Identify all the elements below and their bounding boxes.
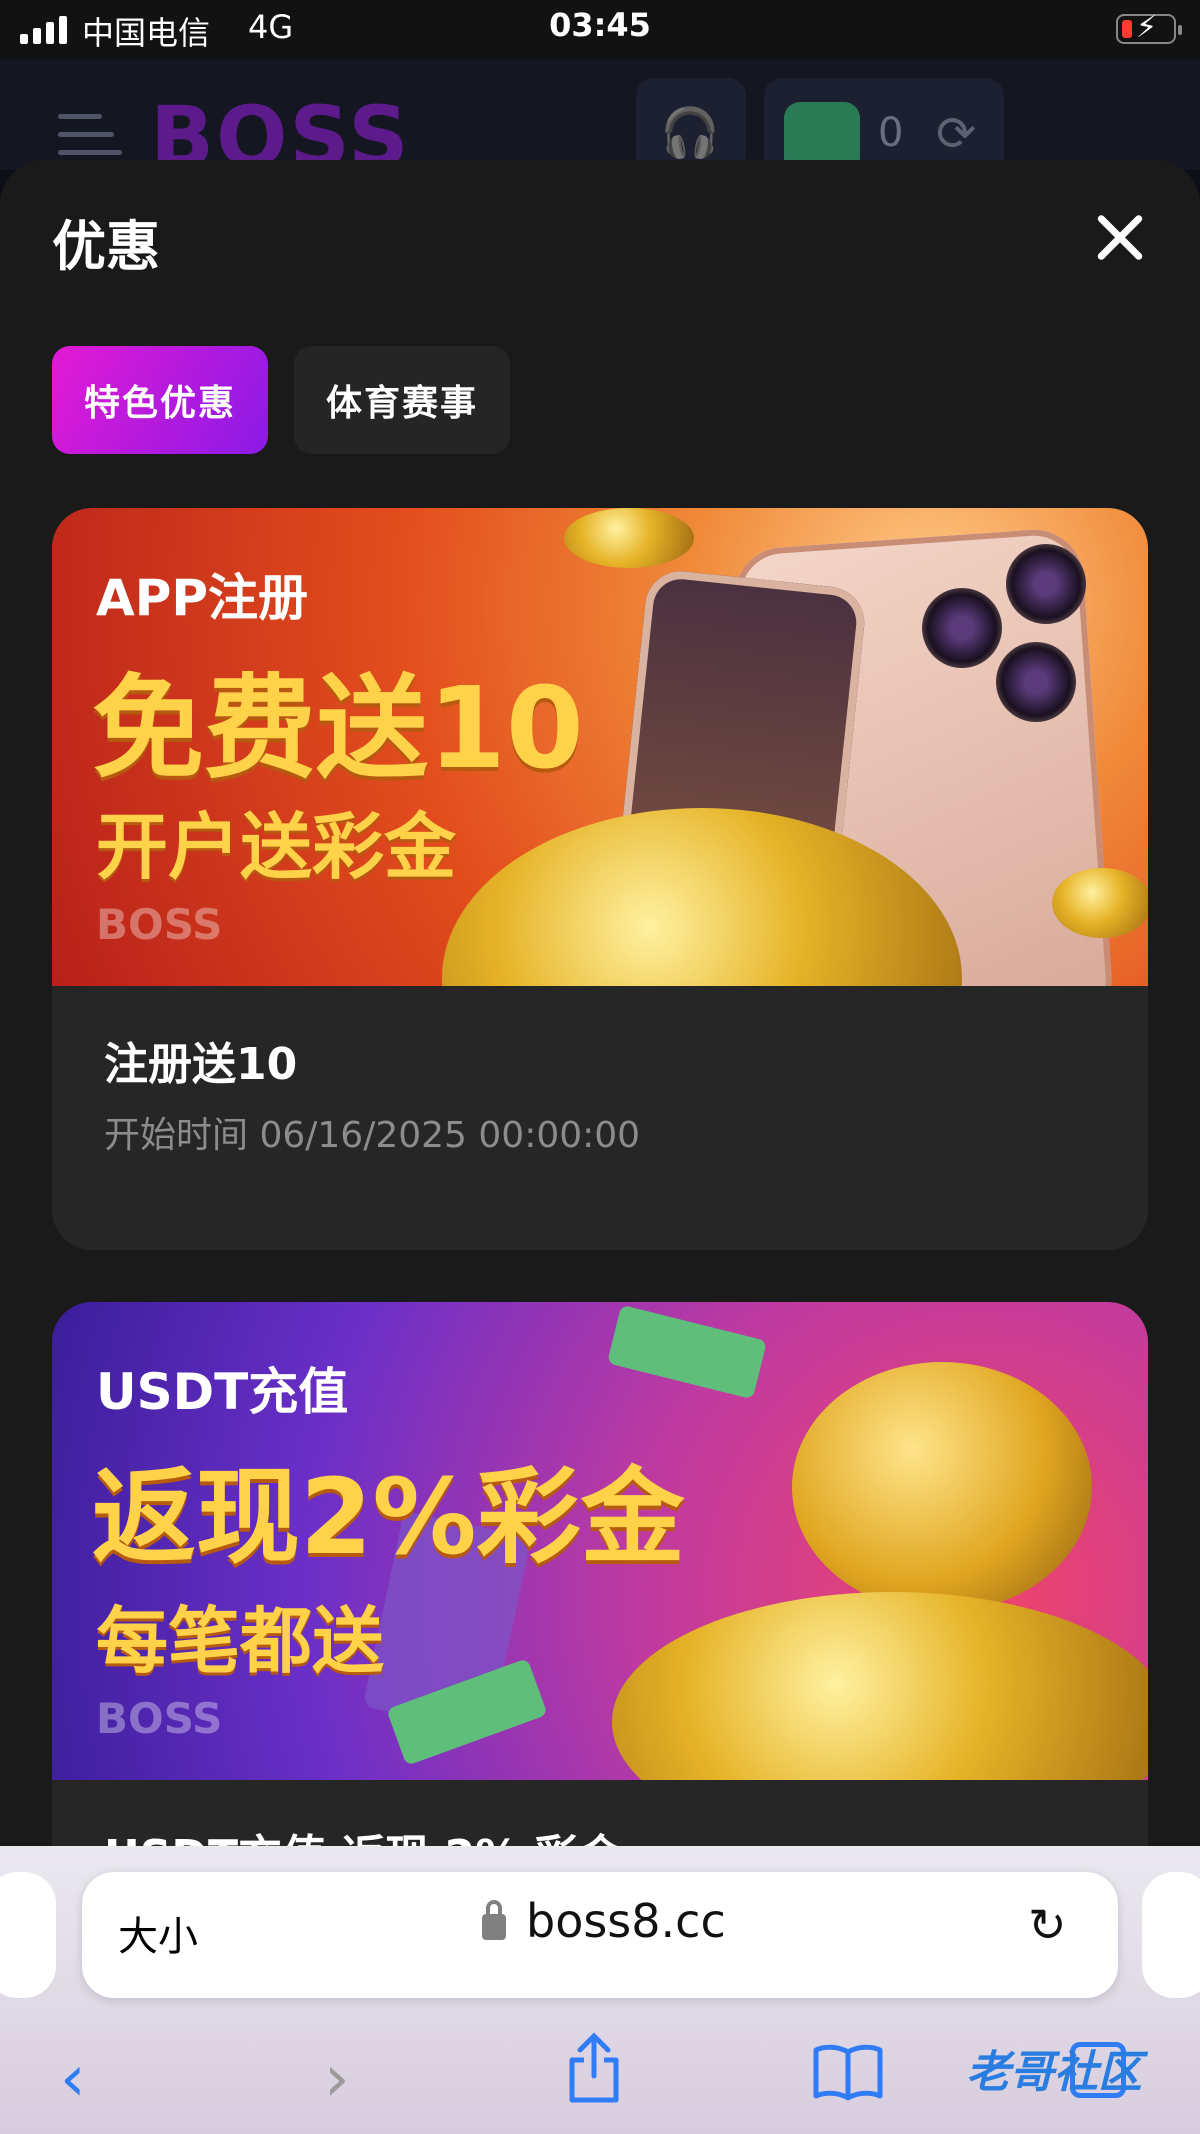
tab-featured[interactable]: 特色优惠 [52, 346, 268, 454]
banner-line2: 免费送10 [92, 664, 584, 794]
banner-line1: USDT充值 [96, 1363, 349, 1421]
promo-banner[interactable]: USDT充值 返现2%彩金 每笔都送 BOSS [52, 1302, 1148, 1780]
promo-banner[interactable]: APP注册 免费送10 开户送彩金 BOSS [52, 508, 1148, 986]
share-icon[interactable] [566, 2032, 622, 2104]
tab-sports[interactable]: 体育赛事 [294, 346, 510, 454]
sheet-title: 优惠 [52, 215, 160, 278]
next-tab-pill[interactable] [1142, 1872, 1200, 1998]
banner-line3: 开户送彩金 [96, 805, 457, 889]
previous-tab-pill[interactable] [0, 1872, 56, 1998]
text-size-button[interactable]: 大小 [118, 1904, 198, 1962]
promo-title: 注册送10 [104, 1039, 298, 1090]
battery-icon: ⚡ [1116, 10, 1182, 45]
coin-pile [612, 1592, 1148, 1780]
forward-icon[interactable]: › [324, 2042, 350, 2116]
promo-card[interactable]: APP注册 免费送10 开户送彩金 BOSS 注册送10 开始时间 06/16/… [52, 508, 1148, 1250]
banner-line2: 返现2%彩金 [92, 1456, 685, 1578]
refresh-icon[interactable]: ⟳ [936, 106, 976, 162]
status-time: 03:45 [549, 6, 651, 44]
bookmarks-icon[interactable] [812, 2042, 884, 2102]
lock-icon [482, 1900, 506, 1940]
reload-icon[interactable]: ↻ [1028, 1898, 1067, 1952]
headset-icon: 🎧 [660, 105, 720, 161]
pig-illustration [792, 1362, 1092, 1612]
wallet-balance: 0 [878, 110, 904, 156]
close-icon[interactable] [1094, 212, 1146, 264]
banner-line1: APP注册 [96, 569, 308, 627]
promo-start-time: 开始时间 06/16/2025 00:00:00 [104, 1115, 641, 1156]
banner-brand: BOSS [96, 1694, 223, 1743]
browser-toolbar: 大小 boss8.cc ↻ ‹ › 老哥社区 [0, 1846, 1200, 2134]
url-text[interactable]: boss8.cc [526, 1894, 726, 1948]
promo-info: 注册送10 开始时间 06/16/2025 00:00:00 [52, 986, 1148, 1250]
menu-icon[interactable] [58, 110, 122, 160]
watermark-logo: 老哥社区 [966, 2047, 1142, 2098]
banner-brand: BOSS [96, 900, 223, 949]
back-icon[interactable]: ‹ [60, 2042, 86, 2116]
promo-card[interactable]: USDT充值 返现2%彩金 每笔都送 BOSS USDT充值 返现 2% 彩金 [52, 1302, 1148, 1860]
status-bar: 中国电信 4G 03:45 ⚡ [0, 0, 1200, 60]
banner-line3: 每笔都送 [96, 1599, 385, 1683]
promotions-sheet: 优惠 特色优惠 体育赛事 APP注册 免费送10 开户送彩金 BOSS 注册送1… [0, 160, 1200, 1860]
